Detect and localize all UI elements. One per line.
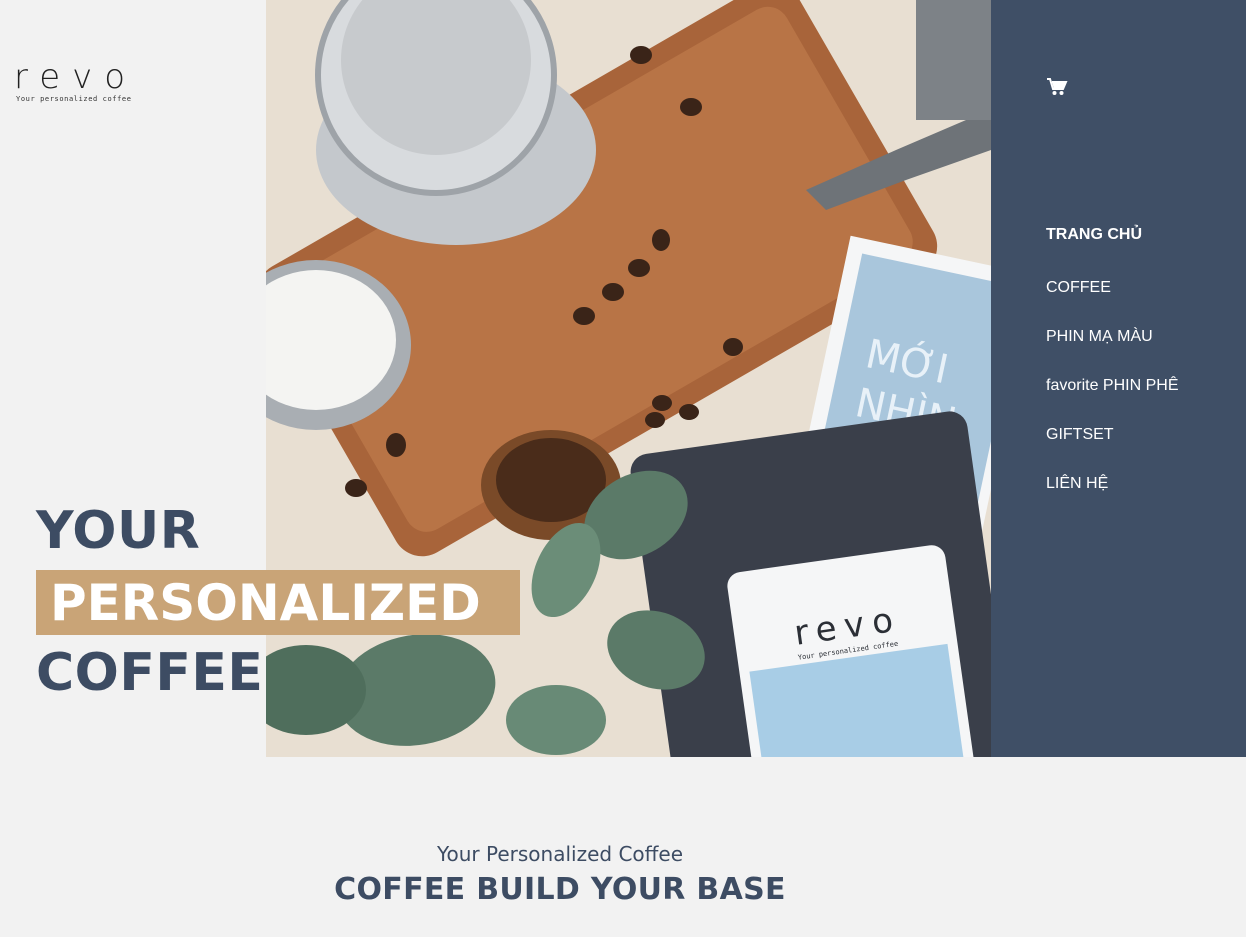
menu-item-contact[interactable]: LIÊN HỆ [1046,474,1178,523]
menu-item-phin-ma-mau[interactable]: PHIN MẠ MÀU [1046,327,1178,376]
menu-item-home[interactable]: TRANG CHỦ [1046,225,1178,278]
main-menu: TRANG CHỦ COFFEE PHIN MẠ MÀU favorite PH… [1046,225,1178,523]
section-subtitle: Your Personalized Coffee [436,842,684,866]
headline-line-2: PERSONALIZED [50,574,481,632]
headline-line-3: COFFEE [36,643,264,703]
menu-item-favorite-phin-phe[interactable]: favorite PHIN PHÊ [1046,376,1178,425]
logo-wordmark: revo [14,57,138,97]
headline-line-1: YOUR [36,501,201,561]
menu-item-coffee[interactable]: COFFEE [1046,278,1178,327]
logo-tagline: Your personalized coffee [16,95,132,103]
menu-item-giftset[interactable]: GIFTSET [1046,425,1178,474]
nav-panel: TRANG CHỦ COFFEE PHIN MẠ MÀU favorite PH… [991,0,1246,757]
headline-highlight: PERSONALIZED [36,570,520,635]
section-title: COFFEE BUILD YOUR BASE [334,872,786,907]
site-logo[interactable]: revo Your personalized coffee [14,60,134,103]
hero-image: MỚI NHÌN revo Your personalized coffee [266,0,991,757]
shopping-cart-icon[interactable] [1046,77,1068,97]
